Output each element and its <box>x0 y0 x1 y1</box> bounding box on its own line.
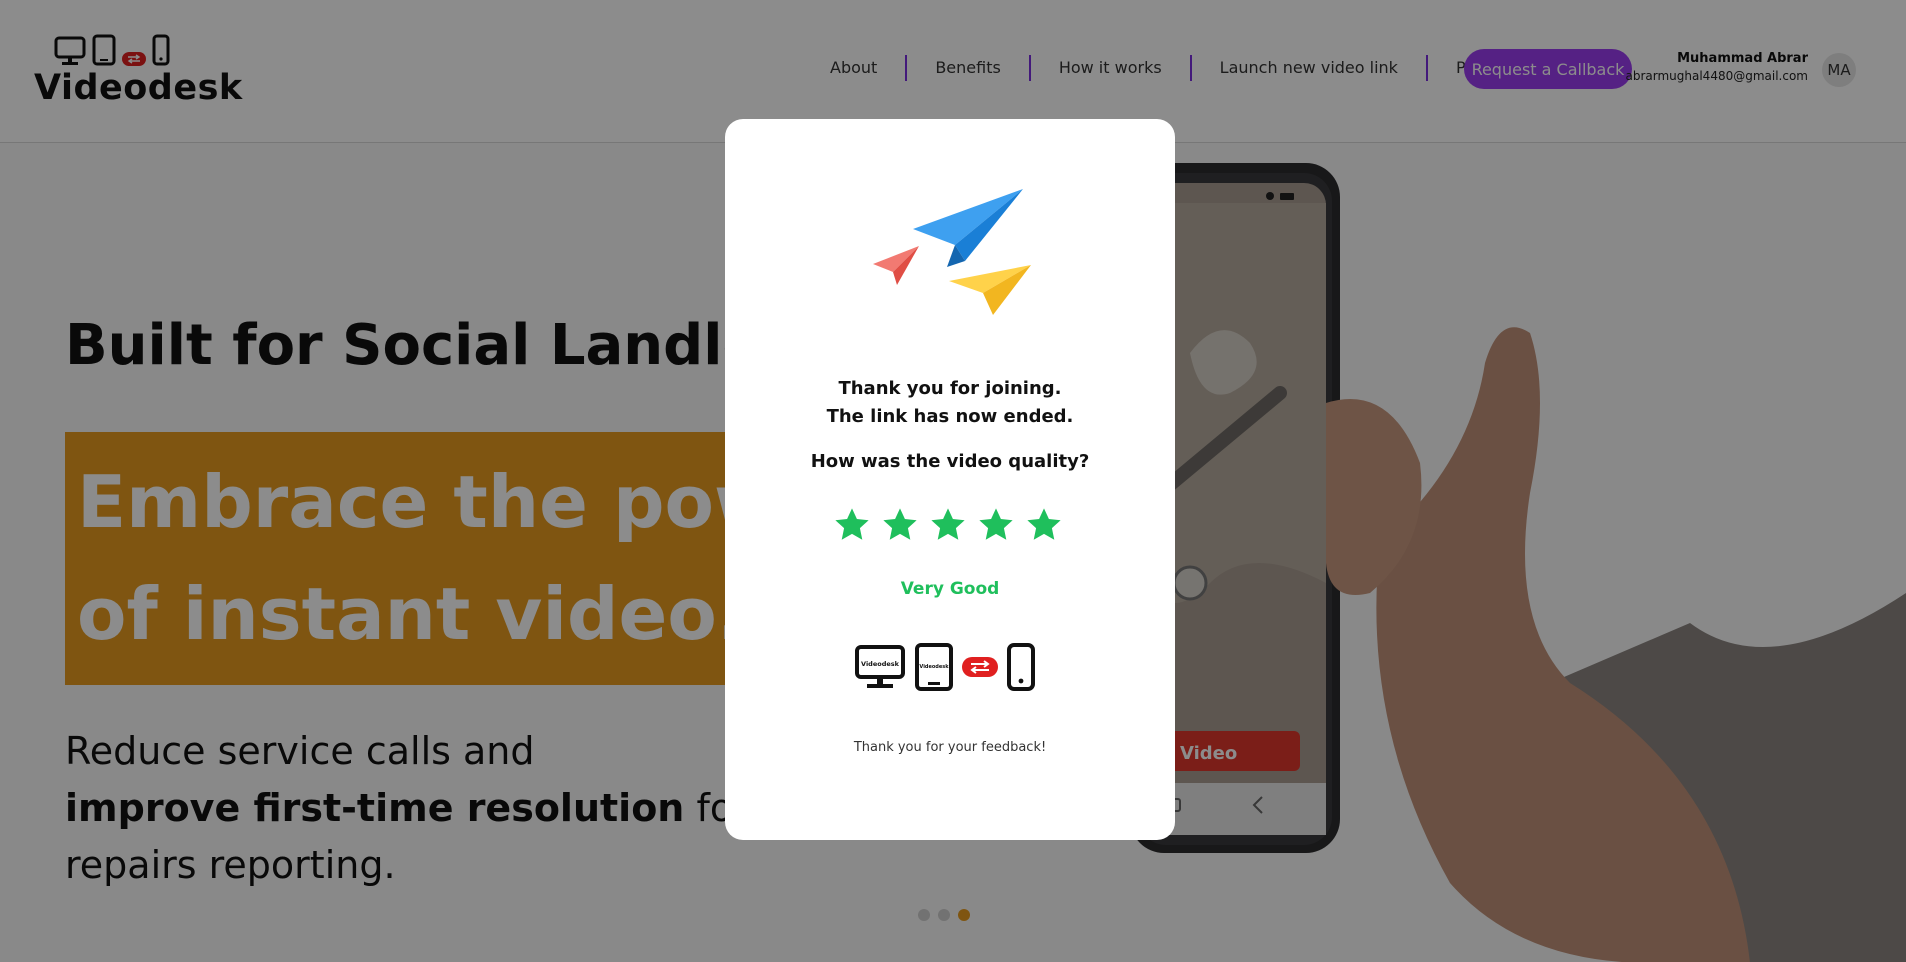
phone-icon <box>1007 643 1035 691</box>
thanks-line-2: The link has now ended. <box>826 406 1074 427</box>
star-icon-5[interactable] <box>1025 506 1063 544</box>
star-rating <box>833 506 1063 544</box>
quality-question: How was the video quality? <box>810 451 1090 472</box>
star-icon-1[interactable] <box>833 506 871 544</box>
star-icon-4[interactable] <box>977 506 1015 544</box>
feedback-modal: Thank you for joining. The link has now … <box>725 119 1175 840</box>
paper-planes-icon <box>873 189 1031 315</box>
tablet-icon: Videodesk <box>915 643 953 691</box>
star-icon-3[interactable] <box>929 506 967 544</box>
swap-badge-icon <box>962 657 998 677</box>
feedback-thanks-text: Thank you for your feedback! <box>853 740 1047 755</box>
star-icon-2[interactable] <box>881 506 919 544</box>
monitor-icon: Videodesk <box>855 645 905 688</box>
rating-label: Very Good <box>900 579 1000 599</box>
videodesk-devices-logo: Videodesk Videodesk <box>854 641 1036 693</box>
tablet-screen-text: Videodesk <box>919 664 949 670</box>
thanks-line-1: Thank you for joining. <box>838 378 1062 399</box>
monitor-screen-text: Videodesk <box>861 660 900 668</box>
thanks-message: Thank you for joining. The link has now … <box>725 375 1175 431</box>
